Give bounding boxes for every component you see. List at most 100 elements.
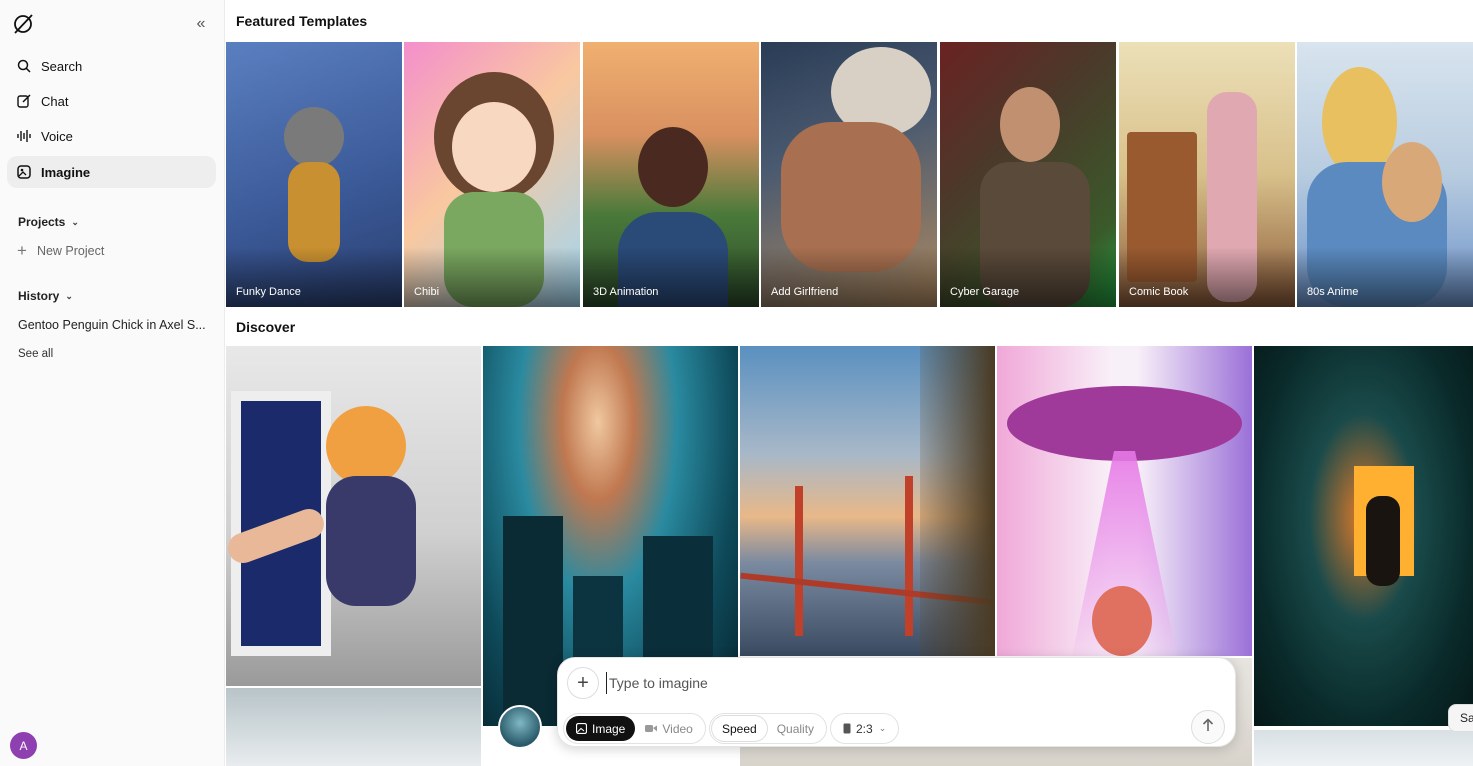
avatar[interactable]: A [10, 732, 37, 759]
projects-label: Projects [18, 215, 66, 229]
discover-title: Discover [236, 319, 296, 335]
template-label: 80s Anime [1307, 286, 1359, 298]
reference-thumbnail[interactable] [498, 705, 542, 749]
sidebar-item-label: Voice [41, 128, 73, 144]
aspect-ratio-label: 2:3 [856, 721, 873, 736]
template-label: Comic Book [1129, 286, 1189, 298]
image-mode-button[interactable]: Image [566, 716, 636, 741]
building [503, 516, 563, 726]
character-head [638, 127, 708, 207]
sidebar-item-search[interactable]: Search [7, 50, 216, 82]
discover-card[interactable] [1254, 730, 1473, 766]
aspect-ratio-select[interactable]: 2:3 ⌄ [830, 713, 900, 744]
search-icon [16, 58, 32, 74]
prompt-composer: + Image Video Spee [557, 657, 1236, 747]
image-icon [576, 723, 587, 734]
video-mode-button[interactable]: Video [635, 716, 702, 741]
label-shade [226, 247, 402, 307]
bridge-tower [905, 476, 913, 636]
template-card-add-girlfriend[interactable]: Add Girlfriend [761, 42, 937, 307]
template-card-3d-animation[interactable]: 3D Animation [583, 42, 759, 307]
aspect-ratio-button[interactable]: 2:3 ⌄ [833, 716, 896, 741]
history-item[interactable]: Gentoo Penguin Chick in Axel S... [18, 318, 208, 332]
person-silhouette [1366, 496, 1400, 586]
sidebar-item-voice[interactable]: Voice [7, 120, 216, 152]
prompt-input[interactable] [606, 672, 1166, 694]
new-project-label: New Project [36, 243, 105, 258]
template-card-chibi[interactable]: Chibi [404, 42, 580, 307]
sidebar-item-imagine[interactable]: Imagine [7, 156, 216, 188]
projects-section-toggle[interactable]: Projects ⌄ [18, 215, 79, 229]
template-label: Funky Dance [236, 286, 301, 298]
chevron-down-icon: ⌄ [878, 723, 887, 733]
template-label: 3D Animation [593, 286, 659, 298]
template-card-80s-anime[interactable]: 80s Anime [1297, 42, 1473, 307]
speed-quality-toggle: Speed Quality [709, 713, 828, 744]
plus-icon: + [17, 241, 27, 260]
new-project-button[interactable]: + New Project [17, 242, 104, 259]
sidebar: « Search Chat Voice Imagine Projects ⌄ +… [0, 0, 225, 766]
discover-card[interactable] [226, 688, 481, 766]
grok-logo-icon[interactable] [12, 13, 34, 35]
app-root: « Search Chat Voice Imagine Projects ⌄ +… [0, 0, 1473, 766]
sidebar-item-label: Imagine [41, 164, 91, 180]
image-mode-label: Image [592, 721, 626, 736]
submit-arrow-button[interactable] [1191, 710, 1225, 744]
chibi-face [452, 102, 536, 192]
portrait-ratio-icon [843, 723, 851, 734]
discover-card[interactable] [226, 346, 481, 686]
arrow-up-icon [1202, 718, 1214, 736]
bridge-tower [795, 486, 803, 636]
speed-label: Speed [722, 721, 757, 736]
raccoon-figure [284, 107, 344, 167]
sidebar-item-chat[interactable]: Chat [7, 85, 216, 117]
quality-label: Quality [776, 721, 815, 736]
template-label: Chibi [414, 286, 440, 298]
template-label: Cyber Garage [950, 286, 1020, 298]
character-head [1000, 87, 1060, 162]
speed-mode-button[interactable]: Speed [712, 716, 767, 741]
media-type-toggle: Image Video [563, 713, 706, 744]
anime-dress [326, 476, 416, 606]
video-mode-label: Video [662, 721, 693, 736]
label-shade [940, 247, 1116, 307]
discover-card[interactable] [997, 346, 1252, 656]
featured-templates-title: Featured Templates [236, 13, 368, 29]
plus-icon: + [577, 671, 589, 694]
discover-card[interactable] [740, 346, 995, 656]
label-shade [761, 247, 937, 307]
chevron-down-icon: ⌄ [65, 290, 73, 301]
template-label: Add Girlfriend [771, 286, 839, 298]
save-button[interactable]: Sa [1448, 704, 1473, 732]
see-all-link[interactable]: See all [18, 348, 53, 360]
quality-mode-button[interactable]: Quality [767, 716, 824, 741]
discover-image [1254, 730, 1473, 766]
featured-templates-row: Funky Dance Chibi 3D Animation Add Girlf… [226, 42, 1473, 307]
main-content: Featured Templates Funky Dance Chibi 3D … [226, 0, 1473, 766]
imagine-icon [16, 164, 32, 180]
tree [920, 346, 995, 656]
template-card-comic-book[interactable]: Comic Book [1119, 42, 1295, 307]
label-shade [1119, 247, 1295, 307]
collapse-sidebar-icon[interactable]: « [191, 14, 211, 34]
history-label: History [18, 289, 60, 303]
person-figure [1092, 586, 1152, 656]
label-shade [1297, 247, 1473, 307]
video-camera-icon [645, 724, 658, 733]
chevron-down-icon: ⌄ [71, 216, 79, 227]
add-attachment-button[interactable]: + [567, 667, 599, 699]
anime-hair [326, 406, 406, 486]
voice-wave-icon [16, 128, 32, 144]
label-shade [583, 247, 759, 307]
template-card-cyber-garage[interactable]: Cyber Garage [940, 42, 1116, 307]
edit-icon [16, 93, 32, 109]
puppy [1382, 142, 1442, 222]
template-card-funky-dance[interactable]: Funky Dance [226, 42, 402, 307]
sidebar-item-label: Search [41, 58, 83, 74]
sidebar-item-label: Chat [41, 93, 69, 109]
label-shade [404, 247, 580, 307]
discover-card[interactable] [1254, 346, 1473, 726]
history-section-toggle[interactable]: History ⌄ [18, 289, 73, 303]
ufo [1007, 386, 1242, 461]
discover-image [226, 688, 481, 766]
